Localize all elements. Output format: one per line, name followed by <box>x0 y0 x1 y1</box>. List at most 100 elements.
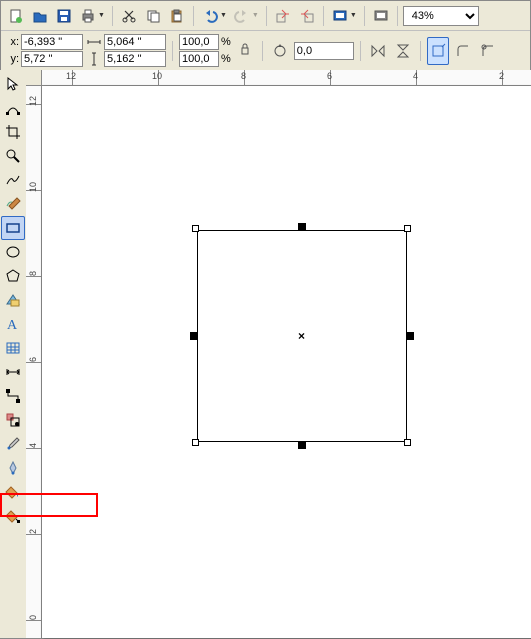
zoom-tool[interactable] <box>1 144 25 168</box>
round-corner-button[interactable] <box>452 37 474 65</box>
handle-s[interactable] <box>298 441 306 449</box>
width-input[interactable] <box>104 34 166 50</box>
smart-drawing-tool[interactable] <box>1 192 25 216</box>
cut-button[interactable] <box>118 5 140 27</box>
ruler-vertical[interactable]: 12 10 8 6 4 2 0 <box>26 86 42 638</box>
separator <box>112 6 113 26</box>
separator <box>262 41 263 61</box>
snap-corner-button[interactable] <box>427 37 449 65</box>
ruler-tick-label: 10 <box>152 71 162 81</box>
position-group: x: y: <box>5 34 83 67</box>
outline-pen-tool[interactable] <box>1 456 25 480</box>
ruler-tick-label: 4 <box>28 443 38 448</box>
undo-button[interactable] <box>199 5 221 27</box>
height-input[interactable] <box>104 51 166 67</box>
canvas-area: 12 10 8 6 4 2 12 10 8 6 4 2 0 × <box>26 70 531 638</box>
x-input[interactable] <box>21 34 83 50</box>
lock-ratio-button[interactable] <box>234 37 256 65</box>
print-button[interactable] <box>77 5 99 27</box>
y-input[interactable] <box>21 51 83 67</box>
welcome-screen-button[interactable] <box>370 5 392 27</box>
separator <box>397 6 398 26</box>
handle-sw[interactable] <box>192 439 199 446</box>
connector-tool[interactable] <box>1 384 25 408</box>
y-label: y: <box>5 53 19 65</box>
table-tool[interactable] <box>1 336 25 360</box>
new-button[interactable] <box>5 5 27 27</box>
copy-button[interactable] <box>142 5 164 27</box>
toolbox: A <box>0 70 26 638</box>
dimension-tool[interactable] <box>1 360 25 384</box>
app-launcher-button[interactable] <box>329 5 351 27</box>
separator <box>266 6 267 26</box>
interactive-tool[interactable] <box>1 408 25 432</box>
ruler-horizontal[interactable]: 12 10 8 6 4 2 <box>42 70 531 86</box>
rectangle-tool[interactable] <box>1 216 25 240</box>
freehand-tool[interactable] <box>1 168 25 192</box>
scale-x-input[interactable] <box>179 34 219 50</box>
crop-tool[interactable] <box>1 120 25 144</box>
save-button[interactable] <box>53 5 75 27</box>
mirror-h-button[interactable] <box>367 37 389 65</box>
handle-nw[interactable] <box>192 225 199 232</box>
ruler-tick-label: 12 <box>28 96 38 106</box>
zoom-select[interactable]: 43% <box>403 6 479 26</box>
handle-w[interactable] <box>190 332 198 340</box>
width-icon <box>86 34 102 50</box>
property-bar: x: y: % % <box>1 31 530 71</box>
ruler-tick-label: 8 <box>28 271 38 276</box>
text-tool[interactable]: A <box>1 312 25 336</box>
paste-button[interactable] <box>166 5 188 27</box>
svg-text:A: A <box>7 318 18 332</box>
basic-shapes-tool[interactable] <box>1 288 25 312</box>
ruler-tick-label: 6 <box>28 357 38 362</box>
top-toolbar: ▼ ▼ ▼ ▼ 43% <box>1 1 530 31</box>
open-button[interactable] <box>29 5 51 27</box>
eyedropper-tool[interactable] <box>1 432 25 456</box>
redo-button <box>231 5 253 27</box>
drawing-page[interactable]: × <box>42 86 531 638</box>
app-launcher-dropdown-icon[interactable]: ▼ <box>350 12 359 19</box>
handle-n[interactable] <box>298 223 306 231</box>
rotation-icon <box>269 37 291 65</box>
import-button[interactable] <box>272 5 294 27</box>
handle-se[interactable] <box>404 439 411 446</box>
scale-group: % % <box>179 34 231 67</box>
shape-edit-tool[interactable] <box>1 96 25 120</box>
undo-dropdown-icon[interactable]: ▼ <box>220 12 229 19</box>
ruler-tick-label: 2 <box>499 71 504 81</box>
polygon-tool[interactable] <box>1 264 25 288</box>
export-button[interactable] <box>296 5 318 27</box>
height-icon <box>86 51 102 67</box>
percent-label: % <box>221 53 231 65</box>
ruler-tick-label: 12 <box>66 71 76 81</box>
mirror-v-button[interactable] <box>392 37 414 65</box>
ruler-tick-label: 6 <box>327 71 332 81</box>
handle-ne[interactable] <box>404 225 411 232</box>
ruler-tick-label: 8 <box>241 71 246 81</box>
separator <box>364 6 365 26</box>
ruler-corner[interactable] <box>26 70 42 86</box>
scallop-corner-button[interactable] <box>477 37 499 65</box>
ruler-tick-label: 2 <box>28 529 38 534</box>
object-center-marker: × <box>298 329 305 343</box>
print-dropdown-icon[interactable]: ▼ <box>98 12 107 19</box>
annotation-highlight <box>0 493 98 517</box>
handle-e[interactable] <box>406 332 414 340</box>
ruler-tick-label: 0 <box>28 615 38 620</box>
separator <box>360 41 361 61</box>
pick-tool[interactable] <box>1 72 25 96</box>
separator <box>420 41 421 61</box>
separator <box>172 41 173 61</box>
ellipse-tool[interactable] <box>1 240 25 264</box>
scale-y-input[interactable] <box>179 51 219 67</box>
ruler-tick-label: 4 <box>413 71 418 81</box>
size-group <box>86 34 166 67</box>
separator <box>323 6 324 26</box>
x-label: x: <box>5 36 19 48</box>
separator <box>193 6 194 26</box>
percent-label: % <box>221 36 231 48</box>
rotation-input[interactable] <box>294 42 354 60</box>
ruler-tick-label: 10 <box>28 182 38 192</box>
redo-dropdown-icon[interactable]: ▼ <box>252 12 261 19</box>
